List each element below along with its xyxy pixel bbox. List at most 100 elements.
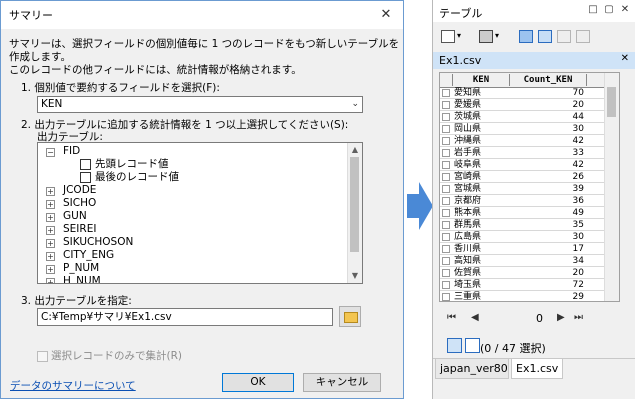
expand-icon[interactable]: + xyxy=(46,187,55,196)
tree-item-field[interactable]: P_NUM xyxy=(63,262,99,275)
next-record-icon[interactable]: ▶ xyxy=(557,312,565,323)
chevron-down-icon[interactable]: ⌄ xyxy=(351,97,359,112)
browse-button[interactable] xyxy=(339,306,361,327)
cancel-button[interactable]: キャンセル xyxy=(303,373,381,392)
row-selector[interactable] xyxy=(442,269,450,277)
table-scrollbar[interactable] xyxy=(604,73,619,301)
scroll-down-icon[interactable]: ▼ xyxy=(348,269,362,283)
current-record-value[interactable]: 0 xyxy=(536,312,543,325)
table-row[interactable]: 宮崎県 26 xyxy=(440,172,619,183)
expand-icon[interactable]: + xyxy=(46,213,55,222)
row-selector[interactable] xyxy=(442,257,450,265)
ok-button[interactable]: OK xyxy=(222,373,294,392)
statistics-tree[interactable]: − FID 先頭レコード値 最後のレコード値 + JCODE + SICHO +… xyxy=(37,142,363,284)
selected-only-checkbox[interactable] xyxy=(37,350,48,362)
expand-icon[interactable]: + xyxy=(46,200,55,209)
row-selector[interactable] xyxy=(442,161,450,169)
tree-item-field[interactable]: CITY_ENG xyxy=(63,249,114,262)
previous-record-icon[interactable]: ◀ xyxy=(471,312,479,323)
tree-item-field[interactable]: SICHO xyxy=(63,197,96,210)
row-selector[interactable] xyxy=(442,137,450,145)
dialog-titlebar[interactable]: サマリー ✕ xyxy=(1,1,403,29)
show-selected-records-icon[interactable] xyxy=(465,338,480,353)
tree-item-field[interactable]: JCODE xyxy=(63,184,96,197)
table-row[interactable]: 京都府 36 xyxy=(440,196,619,207)
chevron-down-icon[interactable]: ▾ xyxy=(457,32,465,41)
switch-selection-icon[interactable] xyxy=(538,30,552,43)
table-row[interactable]: 沖縄県 42 xyxy=(440,136,619,147)
tree-item-field[interactable]: SIKUCHOSON xyxy=(63,236,133,249)
row-selector[interactable] xyxy=(442,233,450,241)
tree-item-field[interactable]: H_NUM xyxy=(63,275,101,283)
table-options-icon[interactable] xyxy=(441,30,455,43)
tree-scrollbar[interactable]: ▲ ▼ xyxy=(347,143,362,283)
close-icon[interactable]: ✕ xyxy=(621,53,629,64)
row-selector[interactable] xyxy=(442,245,450,253)
collapse-icon[interactable]: − xyxy=(46,148,55,157)
checkbox-last-record[interactable] xyxy=(80,171,91,183)
tree-item-last-record[interactable]: 最後のレコード値 xyxy=(80,171,179,184)
row-selector[interactable] xyxy=(442,197,450,205)
attribute-table[interactable]: KEN Count_KEN 愛知県 70 愛媛県 20 茨城県 44 岡山県 30 沖縄県 42 岩… xyxy=(439,72,620,302)
pin-icon[interactable]: □ xyxy=(587,4,599,16)
show-all-records-icon[interactable] xyxy=(447,338,462,353)
selected-only-option[interactable]: 選択レコードのみで集計(R) xyxy=(37,348,182,363)
table-row[interactable]: 群馬県 35 xyxy=(440,220,619,231)
expand-icon[interactable]: + xyxy=(46,278,55,283)
expand-icon[interactable]: + xyxy=(46,239,55,248)
column-header-ken[interactable]: KEN xyxy=(452,74,509,86)
tree-item-field[interactable]: SEIREI xyxy=(63,223,96,236)
scroll-thumb[interactable] xyxy=(607,87,616,117)
row-selector[interactable] xyxy=(442,125,450,133)
help-link[interactable]: データのサマリーについて xyxy=(10,378,136,393)
chevron-down-icon[interactable]: ▾ xyxy=(495,32,503,41)
select-by-attributes-icon[interactable] xyxy=(519,30,533,43)
first-record-icon[interactable]: ⏮ xyxy=(447,312,456,323)
column-header-count-ken[interactable]: Count_KEN xyxy=(509,74,587,86)
row-selector[interactable] xyxy=(442,221,450,229)
field-select[interactable]: KEN ⌄ xyxy=(37,96,363,113)
table-row[interactable]: 愛知県 70 xyxy=(440,88,619,99)
close-icon[interactable]: ✕ xyxy=(619,4,631,16)
maximize-icon[interactable]: ▢ xyxy=(603,4,615,16)
table-row[interactable]: 茨城県 44 xyxy=(440,112,619,123)
tree-item-fid[interactable]: FID xyxy=(63,145,80,158)
tree-item-field[interactable]: GUN xyxy=(63,210,87,223)
related-tables-icon[interactable] xyxy=(479,30,493,43)
row-selector[interactable] xyxy=(442,149,450,157)
table-row[interactable]: 岩手県 33 xyxy=(440,148,619,159)
row-selector[interactable] xyxy=(442,101,450,109)
table-row[interactable]: 三重県 29 xyxy=(440,292,619,301)
clear-selection-icon[interactable] xyxy=(557,30,571,43)
close-icon[interactable]: ✕ xyxy=(377,6,395,24)
last-record-icon[interactable]: ⏭ xyxy=(574,312,583,323)
row-selector[interactable] xyxy=(442,89,450,97)
output-path-input[interactable]: C:¥Temp¥サマリ¥Ex1.csv xyxy=(37,308,333,326)
scroll-thumb[interactable] xyxy=(350,157,359,252)
scroll-up-icon[interactable]: ▲ xyxy=(348,143,362,157)
table-row[interactable]: 岡山県 30 xyxy=(440,124,619,135)
row-selector[interactable] xyxy=(442,209,450,217)
table-row[interactable]: 熊本県 49 xyxy=(440,208,619,219)
tab-ex1-csv[interactable]: Ex1.csv xyxy=(511,359,563,379)
table-row[interactable]: 香川県 17 xyxy=(440,244,619,255)
row-selector[interactable] xyxy=(442,173,450,181)
table-row[interactable]: 高知県 34 xyxy=(440,256,619,267)
table-row[interactable]: 岐阜県 42 xyxy=(440,160,619,171)
row-selector[interactable] xyxy=(442,281,450,289)
tree-item-first-record[interactable]: 先頭レコード値 xyxy=(80,158,169,171)
expand-icon[interactable]: + xyxy=(46,252,55,261)
row-selector[interactable] xyxy=(442,293,450,301)
table-row[interactable]: 埼玉県 72 xyxy=(440,280,619,291)
table-row[interactable]: 広島県 30 xyxy=(440,232,619,243)
delete-selected-icon[interactable] xyxy=(576,30,590,43)
row-selector[interactable] xyxy=(442,113,450,121)
checkbox-first-record[interactable] xyxy=(80,158,91,170)
tab-japan-ver80[interactable]: japan_ver80 xyxy=(435,359,509,379)
table-row[interactable]: 宮城県 39 xyxy=(440,184,619,195)
table-row[interactable]: 佐賀県 20 xyxy=(440,268,619,279)
expand-icon[interactable]: + xyxy=(46,226,55,235)
table-row[interactable]: 愛媛県 20 xyxy=(440,100,619,111)
expand-icon[interactable]: + xyxy=(46,265,55,274)
table-window-titlebar[interactable]: テーブル □ ▢ ✕ xyxy=(433,0,635,22)
